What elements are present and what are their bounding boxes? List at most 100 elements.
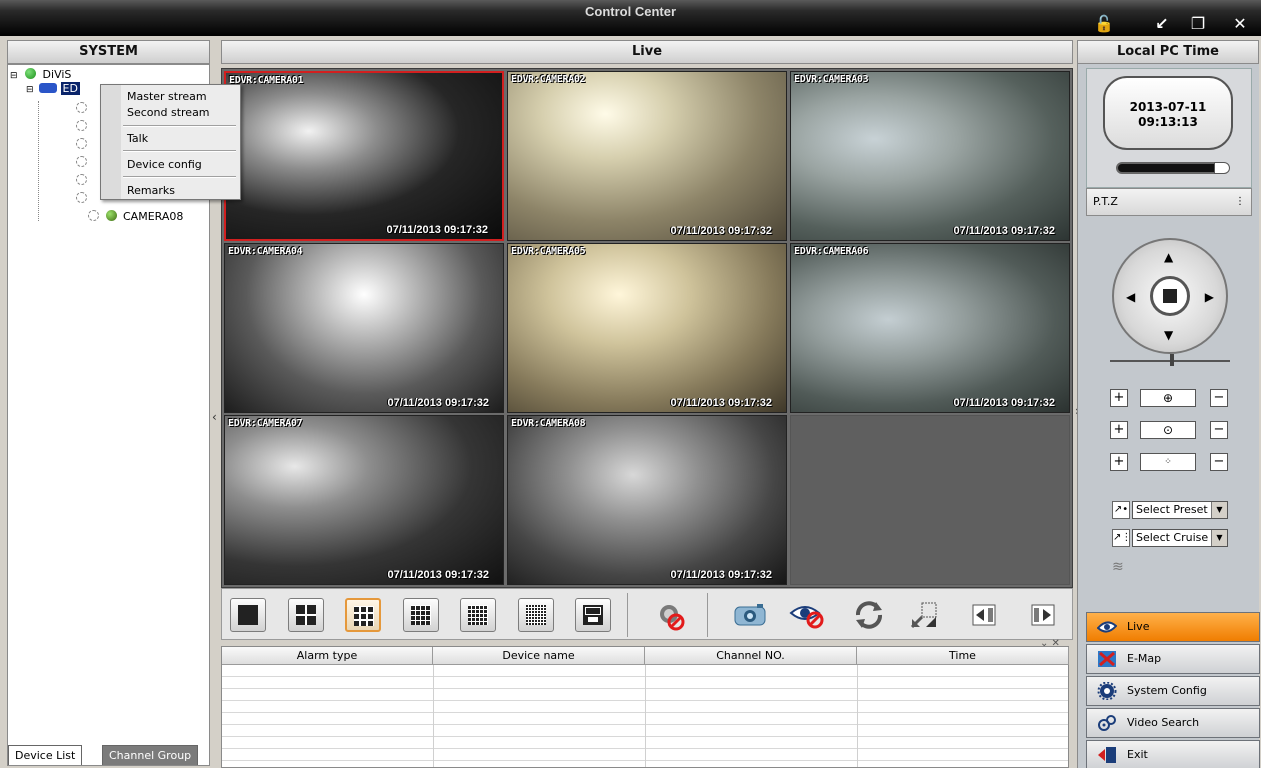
- ptz-stop-button[interactable]: [1150, 276, 1190, 316]
- exit-door-icon: [1098, 747, 1116, 763]
- minimize-button[interactable]: ↙: [1150, 14, 1174, 34]
- nav-live[interactable]: Live: [1086, 612, 1260, 642]
- camera-label: EDVR:CAMERA03: [794, 74, 869, 85]
- collapse-left-icon[interactable]: ‹: [212, 410, 217, 424]
- camera-view-07[interactable]: EDVR:CAMERA07 07/11/2013 09:17:32: [224, 415, 504, 585]
- nav-emap[interactable]: E-Map: [1086, 644, 1260, 674]
- tree-root-label: DiViS: [42, 68, 72, 81]
- tab-channel-group[interactable]: Channel Group: [102, 745, 199, 765]
- cycle-refresh-icon[interactable]: [852, 599, 886, 631]
- live-toolbar: [221, 588, 1073, 640]
- system-header: SYSTEM: [7, 40, 210, 64]
- camera-view-02[interactable]: EDVR:CAMERA02 07/11/2013 09:17:32: [507, 71, 787, 241]
- chevron-down-icon[interactable]: ▼: [1211, 530, 1227, 546]
- camera-view-06[interactable]: EDVR:CAMERA06 07/11/2013 09:17:32: [790, 243, 1070, 413]
- right-panel: 2013-07-11 09:13:13 P.T.Z ⋮ ▲ ▼ ◀ ▶ + ⊕ …: [1077, 64, 1260, 768]
- camera-node-icon[interactable]: [76, 101, 90, 117]
- next-page-icon[interactable]: [1029, 601, 1057, 629]
- nav-system-config[interactable]: System Config: [1086, 676, 1260, 706]
- camera-node-icon[interactable]: [76, 191, 90, 207]
- camera-view-05[interactable]: EDVR:CAMERA05 07/11/2013 09:17:32: [507, 243, 787, 413]
- ptz-header[interactable]: P.T.Z ⋮: [1086, 188, 1252, 216]
- maximize-button[interactable]: ❐: [1186, 14, 1210, 34]
- layout-1x1-button[interactable]: [230, 598, 266, 632]
- camera-timestamp: 07/11/2013 09:17:32: [953, 225, 1055, 237]
- focus-minus-button[interactable]: −: [1210, 389, 1228, 407]
- camera-view-empty[interactable]: [790, 415, 1070, 585]
- lock-icon[interactable]: 🔓: [1092, 14, 1116, 34]
- context-menu: Master stream Second stream Talk Device …: [100, 84, 241, 200]
- clock-display: 2013-07-11 09:13:13: [1103, 76, 1233, 150]
- camera-view-01[interactable]: EDVR:CAMERA01 07/11/2013 09:17:32: [224, 71, 504, 241]
- column-channel-no[interactable]: Channel NO.: [645, 647, 857, 665]
- film-reel-icon: [1098, 715, 1116, 731]
- tree-connector: [38, 101, 40, 221]
- stop-preview-eye-icon[interactable]: [789, 599, 827, 629]
- menu-master-stream[interactable]: Master stream: [127, 90, 207, 103]
- camera-online-icon: [105, 210, 117, 221]
- camera-label: EDVR:CAMERA07: [228, 418, 303, 429]
- layout-2x2-button[interactable]: [288, 598, 324, 632]
- tree-camera-08[interactable]: CAMERA08: [88, 209, 183, 225]
- cruise-select[interactable]: Select Cruise ▼: [1132, 529, 1228, 547]
- layout-6x6-button[interactable]: [518, 598, 554, 632]
- chevron-down-icon[interactable]: ▼: [1211, 502, 1227, 518]
- camera-node-icon[interactable]: [76, 173, 90, 189]
- focus-icon: ⊕: [1140, 389, 1196, 407]
- camera-view-03[interactable]: EDVR:CAMERA03 07/11/2013 09:17:32: [790, 71, 1070, 241]
- column-device-name[interactable]: Device name: [433, 647, 645, 665]
- layout-4x4-button[interactable]: [403, 598, 439, 632]
- preset-select-value: Select Preset: [1136, 503, 1208, 516]
- iris-minus-button[interactable]: −: [1210, 453, 1228, 471]
- tree-device[interactable]: ⊟ ED: [26, 81, 80, 97]
- ptz-label: P.T.Z: [1093, 195, 1118, 208]
- menu-device-config[interactable]: Device config: [127, 158, 202, 171]
- camera-timestamp: 07/11/2013 09:17:32: [387, 397, 489, 409]
- previous-page-icon[interactable]: [970, 601, 998, 629]
- layout-3x3-button[interactable]: [345, 598, 381, 632]
- camera-timestamp: 07/11/2013 09:17:32: [670, 569, 772, 581]
- collapse-icon[interactable]: ⊟: [10, 71, 18, 81]
- layout-custom-button[interactable]: [575, 598, 611, 632]
- ptz-speed-thumb[interactable]: [1170, 354, 1174, 366]
- ptz-direction-pad[interactable]: ▲ ▼ ◀ ▶: [1112, 238, 1228, 354]
- focus-plus-button[interactable]: +: [1110, 389, 1128, 407]
- menu-remarks[interactable]: Remarks: [127, 184, 175, 197]
- ptz-left-icon[interactable]: ◀: [1126, 290, 1135, 304]
- tab-device-list[interactable]: Device List: [8, 745, 83, 765]
- zoom-plus-button[interactable]: +: [1110, 421, 1128, 439]
- camera-label: EDVR:CAMERA05: [511, 246, 586, 257]
- snapshot-camera-icon[interactable]: [733, 601, 769, 629]
- ptz-down-icon[interactable]: ▼: [1164, 328, 1173, 342]
- column-alarm-type[interactable]: Alarm type: [222, 647, 433, 665]
- preset-icon[interactable]: ↗•: [1112, 501, 1130, 519]
- preset-select[interactable]: Select Preset ▼: [1132, 501, 1228, 519]
- camera-view-04[interactable]: EDVR:CAMERA04 07/11/2013 09:17:32: [224, 243, 504, 413]
- cruise-icon[interactable]: ↗⋮: [1112, 529, 1131, 547]
- nav-exit[interactable]: Exit: [1086, 740, 1260, 768]
- iris-plus-button[interactable]: +: [1110, 453, 1128, 471]
- ptz-right-icon[interactable]: ▶: [1205, 290, 1214, 304]
- camera-view-08[interactable]: EDVR:CAMERA08 07/11/2013 09:17:32: [507, 415, 787, 585]
- layout-5x5-button[interactable]: [460, 598, 496, 632]
- menu-talk[interactable]: Talk: [127, 132, 148, 145]
- gear-icon: [1097, 682, 1117, 700]
- camera-node-icon[interactable]: [76, 155, 90, 171]
- fullscreen-icon[interactable]: [908, 599, 940, 631]
- camera-label: EDVR:CAMERA08: [511, 418, 586, 429]
- wiper-icon[interactable]: ≋: [1112, 559, 1124, 575]
- column-time[interactable]: Time: [857, 647, 1069, 665]
- video-grid: EDVR:CAMERA01 07/11/2013 09:17:32 EDVR:C…: [221, 68, 1073, 588]
- ptz-up-icon[interactable]: ▲: [1164, 250, 1173, 264]
- nav-exit-label: Exit: [1127, 748, 1148, 761]
- zoom-minus-button[interactable]: −: [1210, 421, 1228, 439]
- nav-video-search[interactable]: Video Search: [1086, 708, 1260, 738]
- close-button[interactable]: ✕: [1228, 14, 1252, 34]
- menu-second-stream[interactable]: Second stream: [127, 106, 210, 119]
- map-icon: [1098, 651, 1116, 667]
- stop-all-audio-icon[interactable]: [656, 601, 686, 631]
- camera-node-icon[interactable]: [76, 119, 90, 135]
- camera-node-icon[interactable]: [76, 137, 90, 153]
- iris-icon: ⁘: [1140, 453, 1196, 471]
- tree-device-label: ED: [60, 82, 80, 95]
